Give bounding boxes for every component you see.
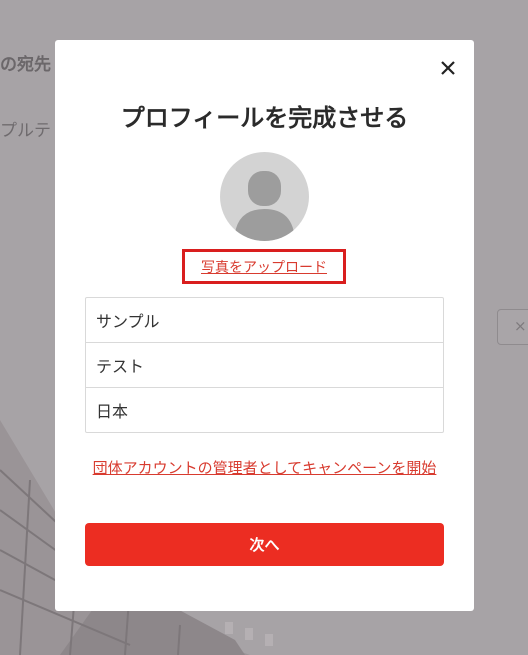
background-close-button: × (497, 309, 528, 345)
modal-title: プロフィールを完成させる (120, 104, 409, 132)
close-icon[interactable] (438, 58, 458, 78)
avatar[interactable] (220, 152, 309, 241)
profile-fields (85, 297, 444, 433)
last-name-field (86, 343, 443, 388)
upload-photo-highlight: 写真をアップロード (182, 249, 346, 284)
user-silhouette-icon (234, 171, 295, 241)
upload-photo-link[interactable]: 写真をアップロード (201, 257, 327, 277)
next-button[interactable]: 次へ (85, 523, 444, 566)
first-name-field (86, 298, 443, 343)
background-close-icon: × (514, 317, 527, 335)
complete-profile-modal: プロフィールを完成させる 写真をアップロード 団体アカウントの管理者としてキャン… (55, 40, 474, 611)
first-name-input[interactable] (96, 310, 443, 330)
country-field (86, 388, 443, 432)
org-campaign-link[interactable]: 団体アカウントの管理者としてキャンペーンを開始 (85, 456, 444, 481)
last-name-input[interactable] (96, 355, 443, 375)
background-heading: の宛先 (0, 55, 51, 75)
country-input[interactable] (96, 400, 443, 420)
background-subtext: プルテ (0, 121, 51, 141)
